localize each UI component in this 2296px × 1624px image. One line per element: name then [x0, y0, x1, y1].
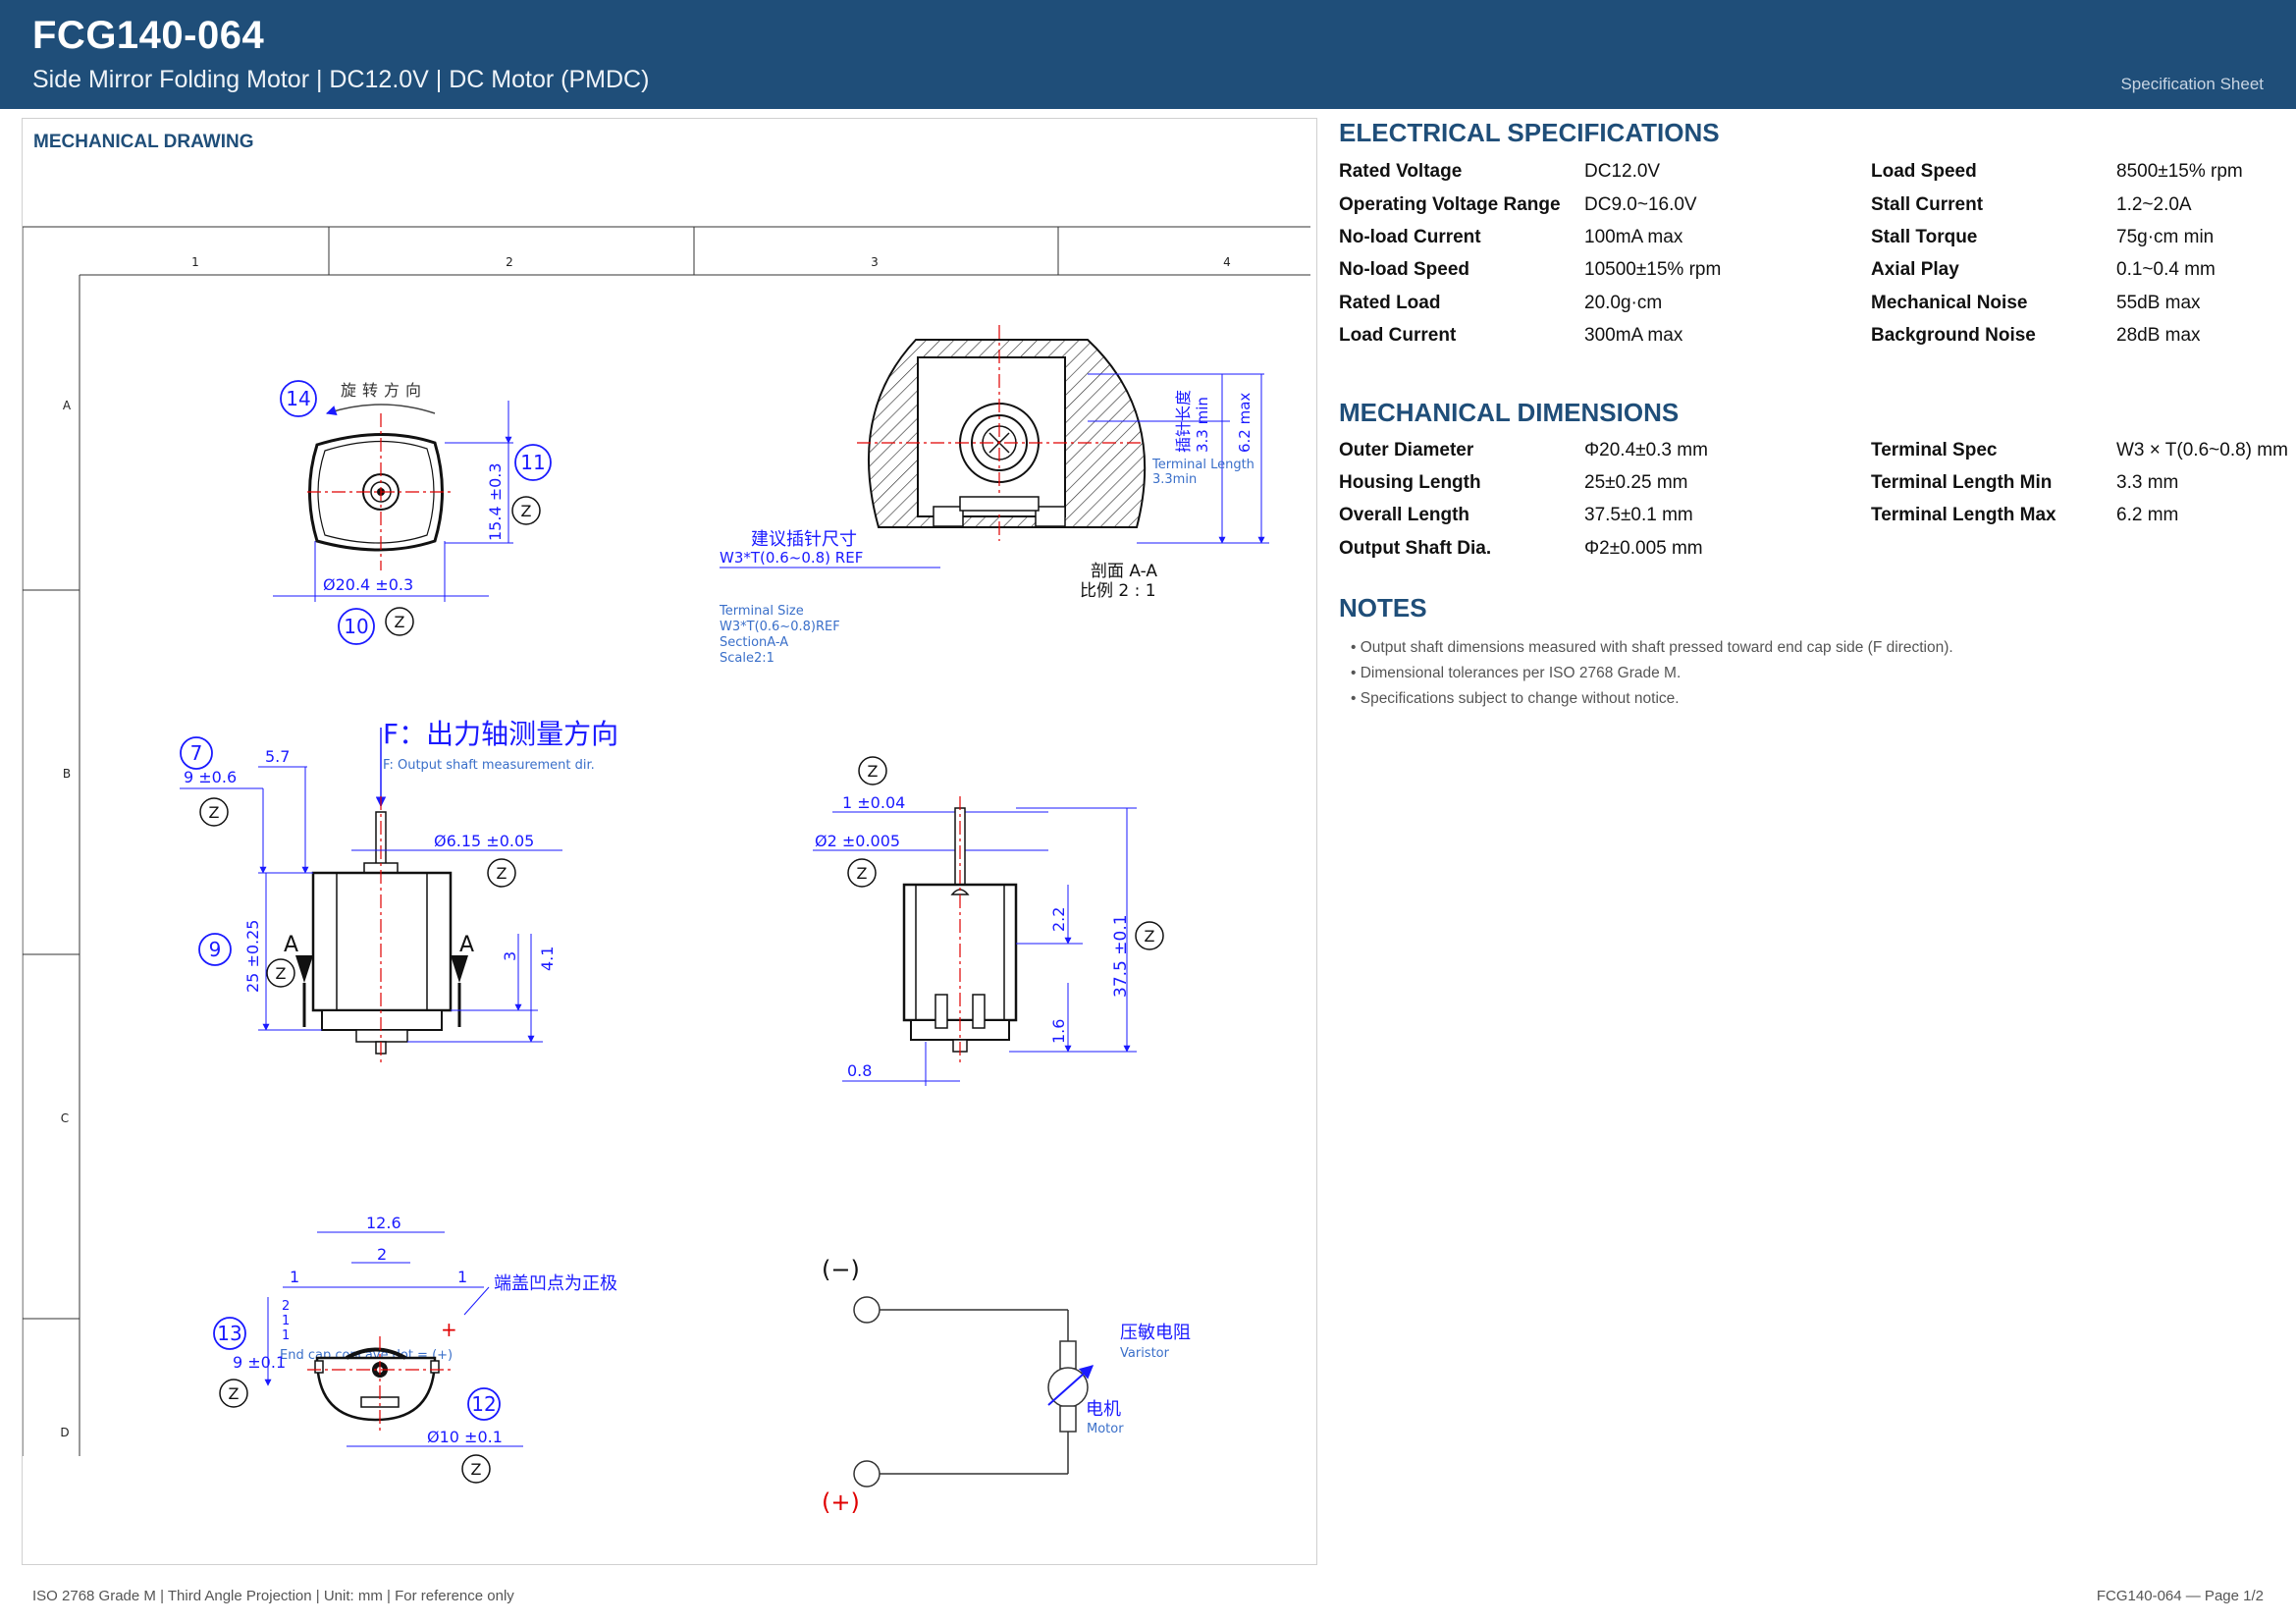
svg-text:Z: Z: [395, 613, 405, 631]
varistor-en: Varistor: [1120, 1346, 1170, 1361]
end-cap-plus: +: [441, 1318, 457, 1341]
end-view-top: 旋转方向 14 15.4 ±0.3 11 Z Ø20.4 ±0.3 10 Z: [273, 380, 552, 645]
note-item: • Dimensional tolerances per ISO 2768 Gr…: [1351, 665, 1682, 681]
svg-text:Z: Z: [209, 803, 220, 822]
note-item: • Output shaft dimensions measured with …: [1351, 639, 1953, 656]
terminal-length-cn: 插针长度: [1174, 390, 1193, 453]
notes-title: NOTES: [1339, 593, 1427, 623]
grid-col-label: 4: [1223, 255, 1231, 269]
balloon-11: 11: [520, 451, 545, 474]
circuit-diagram: (−) 压敏电阻 Varistor 电机 Motor (+): [822, 1256, 1191, 1516]
dim-vert-2: 2: [282, 1299, 290, 1314]
footer-left: ISO 2768 Grade M | Third Angle Projectio…: [32, 1588, 514, 1604]
dim-len-0-8: 0.8: [847, 1061, 872, 1080]
dim-dia-20-4: Ø20.4 ±0.3: [323, 575, 413, 594]
dim-len-2-2: 2.2: [1049, 907, 1068, 932]
svg-text:Z: Z: [229, 1384, 240, 1403]
dim-5-7: 5.7: [265, 747, 290, 766]
grid-col-label: 1: [191, 255, 199, 269]
dim-2: 2: [377, 1245, 387, 1264]
terminal-minus: (−): [822, 1256, 860, 1283]
motor-en: Motor: [1087, 1422, 1124, 1436]
section-arrow-a-right: A: [459, 933, 474, 957]
electrical-title: ELECTRICAL SPECIFICATIONS: [1339, 118, 1720, 147]
dim-len-1-6: 1.6: [1049, 1019, 1068, 1044]
grid-row-label: A: [63, 399, 72, 412]
terminal-plus: (+): [822, 1489, 860, 1516]
section-a-a-view: 插针长度 3.3 min 6.2 max Terminal Length 3.3…: [719, 325, 1269, 666]
grid-col-label: 2: [506, 255, 513, 269]
grid-col-label: 3: [871, 255, 879, 269]
svg-text:Z: Z: [857, 864, 868, 883]
dim-term-min: 3.3 min: [1194, 397, 1211, 453]
terminal-length-en: Terminal Length: [1151, 458, 1255, 472]
balloon-12: 12: [471, 1392, 496, 1416]
svg-text:Z: Z: [276, 964, 287, 983]
end-cap-cn: 端盖凹点为正极: [494, 1273, 617, 1294]
varistor-cn: 压敏电阻: [1120, 1323, 1191, 1343]
balloon-13: 13: [217, 1322, 241, 1345]
sheet-label: Specification Sheet: [2120, 75, 2264, 93]
svg-text:Z: Z: [471, 1460, 482, 1479]
motor-cn: 电机: [1086, 1399, 1121, 1420]
grid-row-label: B: [63, 767, 71, 781]
notes-list: • Output shaft dimensions measured with …: [1339, 639, 2291, 708]
dim-term-max: 6.2 max: [1236, 393, 1254, 453]
header-bar: FCG140-064 Side Mirror Folding Motor | D…: [0, 0, 2296, 109]
force-direction-en: F: Output shaft measurement dir.: [383, 758, 595, 773]
mechanical-drawing: 1 2 3 4 A B C D 旋转方向 14 15.4 ±0.3 11 Z Ø…: [23, 226, 1310, 1516]
document-subtitle: Side Mirror Folding Motor | DC12.0V | DC…: [32, 66, 650, 93]
side-view-shaft: Z 1 ±0.04 Ø2 ±0.005 Z 1.6 2.2 37.5 ±0.1 …: [813, 756, 1164, 1086]
note-item: • Specifications subject to change witho…: [1351, 690, 1680, 707]
dim-len-4-1: 4.1: [538, 947, 557, 971]
svg-text:Z: Z: [497, 864, 507, 883]
footer-page-info: FCG140-064 — Page 1/2: [2096, 1588, 2264, 1604]
dim-height-15-4: 15.4 ±0.3: [486, 462, 505, 541]
dim-vert-1b: 1: [282, 1328, 290, 1343]
dim-dia-2: Ø2 ±0.005: [815, 832, 900, 850]
scale-label: 比例 2 : 1: [1080, 581, 1156, 601]
dim-len-3: 3: [501, 951, 519, 961]
balloon-14: 14: [286, 387, 310, 410]
section-note: W3*T(0.6~0.8)REF: [720, 620, 840, 634]
grid-row-label: D: [60, 1426, 69, 1439]
grid-row-label: C: [61, 1111, 69, 1125]
section-label: 剖面 A-A: [1091, 562, 1157, 581]
section-note: Scale2:1: [720, 651, 774, 666]
end-cap-view: 12.6 2 1 1 端盖凹点为正极 + End cap concave dot…: [213, 1214, 617, 1484]
section-note: SectionA-A: [720, 635, 788, 650]
terminal-length-min: 3.3min: [1152, 472, 1197, 487]
document-title: FCG140-064: [32, 14, 265, 57]
section-note: Terminal Size: [719, 604, 804, 619]
dim-len-37-5: 37.5 ±0.1: [1111, 914, 1131, 998]
dim-dia-10: Ø10 ±0.1: [427, 1428, 503, 1446]
dim-dia-6-15: Ø6.15 ±0.05: [434, 832, 534, 850]
section-arrow-a-left: A: [284, 933, 298, 957]
side-view-motor: F：出力轴测量方向 F: Output shaft measurement di…: [180, 718, 618, 1066]
dim-len-1: 1 ±0.04: [842, 793, 905, 812]
svg-text:Z: Z: [868, 762, 879, 781]
balloon-10: 10: [344, 615, 368, 638]
z-symbol: Z: [521, 502, 532, 520]
mechanical-dimensions: MECHANICAL DIMENSIONS: [1339, 398, 2291, 428]
mechanical-title: MECHANICAL DIMENSIONS: [1339, 398, 1680, 427]
dim-1a: 1: [290, 1268, 299, 1286]
electrical-specifications: ELECTRICAL SPECIFICATIONS: [1339, 118, 2291, 148]
svg-text:Z: Z: [1145, 927, 1155, 946]
force-direction-cn: F：出力轴测量方向: [383, 718, 618, 750]
dim-len-25: 25 ±0.25: [243, 920, 262, 993]
mechanical-drawing-panel: MECHANICAL DRAWING 1 2 3 4 A B C D 旋转方向 …: [22, 118, 1317, 1565]
dim-1b: 1: [457, 1268, 467, 1286]
suggest-terminal-size: W3*T(0.6~0.8) REF: [720, 549, 863, 567]
dim-vert-1a: 1: [282, 1314, 290, 1328]
dim-dia-9: 9 ±0.1: [233, 1353, 286, 1372]
notes-section: NOTES • Output shaft dimensions measured…: [1339, 593, 2291, 716]
dim-12-6: 12.6: [366, 1214, 401, 1232]
balloon-9: 9: [209, 938, 222, 961]
suggest-terminal-cn: 建议插针尺寸: [751, 529, 857, 550]
balloon-7: 7: [190, 741, 203, 765]
dim-shaft-9: 9 ±0.6: [184, 768, 237, 786]
rotation-direction-label: 旋转方向: [341, 381, 427, 400]
